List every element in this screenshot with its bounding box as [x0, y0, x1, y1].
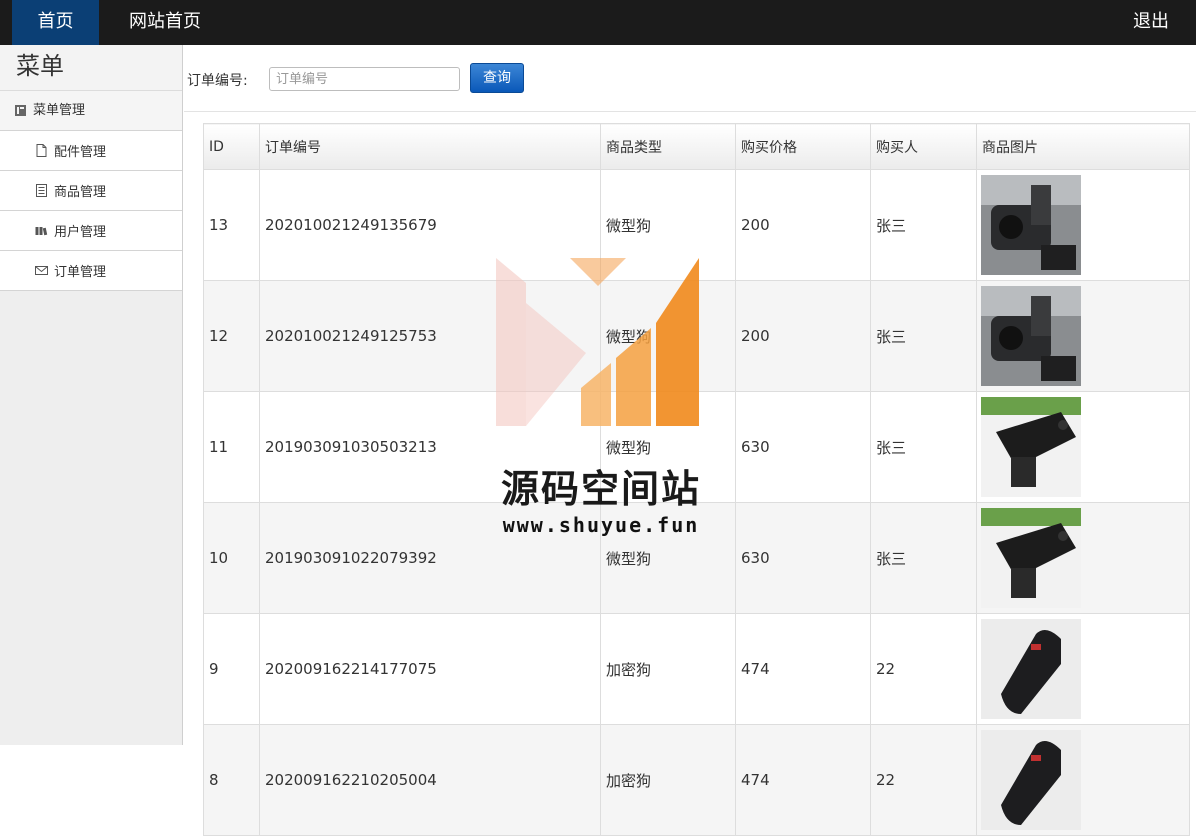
sidebar-item-parts[interactable]: 配件管理	[0, 131, 182, 171]
cell-buyer: 张三	[870, 280, 977, 392]
cell-order-no: 201903091022079392	[259, 502, 601, 614]
cell-price: 200	[735, 280, 871, 392]
header-product-type: 商品类型	[600, 123, 736, 170]
cell-image	[976, 169, 1190, 281]
cell-type: 微型狗	[600, 169, 736, 281]
cell-price: 630	[735, 391, 871, 503]
cell-id: 13	[203, 169, 260, 281]
sidebar-item-orders[interactable]: 订单管理	[0, 251, 182, 291]
cell-price: 630	[735, 502, 871, 614]
black-dashcam-photo	[981, 508, 1081, 608]
search-bar: 订单编号: 查询	[184, 45, 1196, 112]
search-button[interactable]: 查询	[470, 63, 524, 93]
table-header-row: ID 订单编号 商品类型 购买价格 购买人 商品图片	[203, 123, 1190, 170]
dashcam-on-mount-photo	[981, 286, 1081, 386]
sidebar-title: 菜单	[0, 45, 182, 91]
cell-type: 微型狗	[600, 391, 736, 503]
top-navbar: 首页 网站首页 退出	[0, 0, 1196, 45]
cell-buyer: 22	[870, 724, 977, 836]
sidebar-item-label: 用户管理	[54, 225, 107, 240]
radar-detector-photo	[981, 619, 1081, 719]
header-order-no: 订单编号	[259, 123, 601, 170]
cell-image	[976, 613, 1190, 725]
sidebar-item-products[interactable]: 商品管理	[0, 171, 182, 211]
cell-type: 微型狗	[600, 280, 736, 392]
header-price: 购买价格	[735, 123, 871, 170]
order-number-input[interactable]	[269, 67, 460, 91]
file-icon	[33, 144, 49, 158]
table-row: 9 202009162214177075 加密狗 474 22	[203, 613, 1190, 725]
envelope-icon	[33, 264, 49, 278]
table-row: 13 202010021249135679 微型狗 200 张三	[203, 169, 1190, 281]
orders-table-container: ID 订单编号 商品类型 购买价格 购买人 商品图片 13 2020100212…	[203, 123, 1190, 836]
cell-type: 加密狗	[600, 613, 736, 725]
order-number-label: 订单编号:	[187, 73, 248, 89]
cell-buyer: 张三	[870, 502, 977, 614]
cell-type: 微型狗	[600, 502, 736, 614]
document-list-icon	[33, 184, 49, 198]
book-icon	[12, 104, 28, 118]
dashcam-on-mount-photo	[981, 175, 1081, 275]
cell-id: 10	[203, 502, 260, 614]
sidebar-item-label: 商品管理	[54, 185, 107, 200]
cell-price: 200	[735, 169, 871, 281]
header-product-image: 商品图片	[976, 123, 1190, 170]
cell-order-no: 201903091030503213	[259, 391, 601, 503]
cell-price: 474	[735, 613, 871, 725]
table-row: 8 202009162210205004 加密狗 474 22	[203, 724, 1190, 836]
cell-image	[976, 280, 1190, 392]
table-row: 12 202010021249125753 微型狗 200 张三	[203, 280, 1190, 392]
cell-order-no: 202009162210205004	[259, 724, 601, 836]
radar-detector-photo	[981, 730, 1081, 830]
sidebar-group-label: 菜单管理	[33, 102, 86, 118]
cell-buyer: 22	[870, 613, 977, 725]
header-buyer: 购买人	[870, 123, 977, 170]
cell-id: 8	[203, 724, 260, 836]
cell-type: 加密狗	[600, 724, 736, 836]
cell-id: 12	[203, 280, 260, 392]
cell-order-no: 202010021249135679	[259, 169, 601, 281]
nav-site-home-link[interactable]: 网站首页	[129, 0, 201, 45]
table-row: 11 201903091030503213 微型狗 630 张三	[203, 391, 1190, 503]
black-dashcam-photo	[981, 397, 1081, 497]
cell-id: 9	[203, 613, 260, 725]
sidebar-item-label: 订单管理	[54, 265, 107, 280]
cell-buyer: 张三	[870, 169, 977, 281]
cell-order-no: 202010021249125753	[259, 280, 601, 392]
nav-home-link[interactable]: 首页	[12, 0, 99, 45]
cell-price: 474	[735, 724, 871, 836]
cell-id: 11	[203, 391, 260, 503]
cell-image	[976, 391, 1190, 503]
cell-order-no: 202009162214177075	[259, 613, 601, 725]
table-row: 10 201903091022079392 微型狗 630 张三	[203, 502, 1190, 614]
logout-link[interactable]: 退出	[1133, 0, 1169, 45]
orders-table: ID 订单编号 商品类型 购买价格 购买人 商品图片 13 2020100212…	[203, 123, 1190, 836]
sidebar: 菜单 菜单管理 配件管理 商品管理 用户管理 订单管理	[0, 45, 183, 745]
sidebar-item-users[interactable]: 用户管理	[0, 211, 182, 251]
cell-buyer: 张三	[870, 391, 977, 503]
cell-image	[976, 724, 1190, 836]
books-icon	[33, 224, 49, 238]
header-id: ID	[203, 123, 260, 170]
sidebar-item-label: 配件管理	[54, 145, 107, 160]
sidebar-group-menu-management[interactable]: 菜单管理	[0, 91, 182, 131]
cell-image	[976, 502, 1190, 614]
